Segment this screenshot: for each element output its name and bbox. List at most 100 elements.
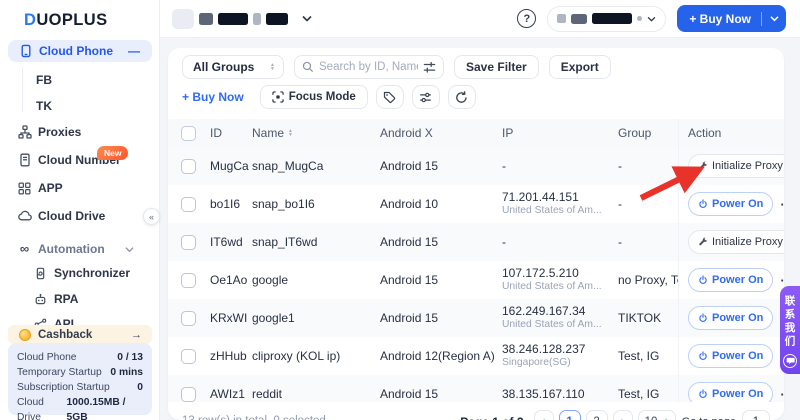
sidebar-item-rpa[interactable]: RPA xyxy=(0,288,160,310)
search-input[interactable] xyxy=(319,61,418,73)
focus-mode-button[interactable]: Focus Mode xyxy=(260,85,368,109)
cell-id: IT6wd xyxy=(210,235,252,249)
prev-page-button[interactable]: ‹ xyxy=(534,410,554,420)
workspace-switcher[interactable] xyxy=(172,9,312,29)
column-header-id[interactable]: ID xyxy=(210,126,252,140)
refresh-icon xyxy=(455,91,468,104)
coin-icon xyxy=(19,329,31,341)
page-button-2[interactable]: 2 xyxy=(586,410,608,420)
sort-icon xyxy=(288,129,293,138)
initialize-proxy-button[interactable]: Initialize Proxy xyxy=(688,230,784,254)
sidebar-item-proxies[interactable]: Proxies xyxy=(0,121,160,143)
row-checkbox[interactable] xyxy=(181,197,196,212)
tag-button[interactable] xyxy=(376,85,404,109)
cloud-drive-icon xyxy=(17,209,32,224)
power-on-button[interactable]: Power On xyxy=(688,382,773,402)
power-on-button[interactable]: Power On xyxy=(688,192,773,216)
proxies-network-icon xyxy=(17,125,32,140)
cell-name: reddit xyxy=(252,387,380,401)
column-header-name[interactable]: Name xyxy=(252,126,380,140)
cell-action: Power On ··· xyxy=(678,337,784,375)
app-grid-icon xyxy=(17,181,32,196)
save-filter-button[interactable]: Save Filter xyxy=(454,55,539,79)
redacted-text xyxy=(637,16,642,21)
more-actions-button[interactable]: ··· xyxy=(780,387,784,402)
wrench-icon xyxy=(698,161,708,171)
sidebar-item-cloud-drive[interactable]: Cloud Drive xyxy=(0,205,160,227)
page-size-select[interactable]: 10 xyxy=(638,410,676,420)
power-on-button[interactable]: Power On xyxy=(688,344,773,368)
sidebar-item-label: Cloud Phone xyxy=(39,44,113,58)
column-header-action: Action xyxy=(678,119,784,147)
toolbar-row: + Buy Now Focus Mode xyxy=(182,85,770,109)
table-row: bo1I6 snap_bo1I6 Android 10 71.201.44.15… xyxy=(168,185,784,223)
redacted-text xyxy=(557,14,566,23)
sidebar-item-cloud-number[interactable]: Cloud Number xyxy=(0,149,160,171)
column-header-android[interactable]: Android X xyxy=(380,126,502,140)
cell-ip: 71.201.44.151United States of Am... xyxy=(502,191,618,217)
cell-group: - xyxy=(618,159,678,173)
duoplus-logo: DUOPLUS xyxy=(24,11,107,30)
power-icon xyxy=(698,199,708,209)
power-on-button[interactable]: Power On xyxy=(688,268,773,292)
search-field xyxy=(294,55,444,79)
search-adjustments-icon[interactable] xyxy=(423,61,436,74)
column-header-ip[interactable]: IP xyxy=(502,126,618,140)
help-icon[interactable]: ? xyxy=(517,9,536,28)
cell-action: Initialize Proxy ··· xyxy=(678,223,784,261)
sliders-button[interactable] xyxy=(412,85,440,109)
cell-android: Android 15 xyxy=(380,311,502,325)
power-on-button[interactable]: Power On xyxy=(688,306,773,330)
row-checkbox[interactable] xyxy=(181,311,196,326)
buy-now-button[interactable]: + Buy Now xyxy=(677,12,761,26)
table-row: AWIz1 reddit Android 15 38.135.167.110 T… xyxy=(168,375,784,402)
next-page-button[interactable]: › xyxy=(613,410,633,420)
more-actions-button[interactable]: ··· xyxy=(780,197,784,212)
select-all-checkbox[interactable] xyxy=(181,126,196,141)
topbar: ? + Buy Now xyxy=(160,0,800,38)
chevron-down-icon xyxy=(647,16,656,22)
cell-id: zHHub xyxy=(210,349,252,363)
cell-name: cliproxy (KOL ip) xyxy=(252,349,380,363)
group-filter-select[interactable]: All Groups xyxy=(182,55,284,79)
row-checkbox[interactable] xyxy=(181,235,196,250)
sidebar-item-fb[interactable]: FB xyxy=(0,69,160,91)
cell-id: Oe1Ao xyxy=(210,273,252,287)
row-checkbox[interactable] xyxy=(181,273,196,288)
more-actions-button[interactable]: ··· xyxy=(780,273,784,288)
export-button[interactable]: Export xyxy=(549,55,611,79)
row-checkbox[interactable] xyxy=(181,387,196,402)
page-info: Page 1 of 2 xyxy=(460,415,523,420)
cell-id: bo1I6 xyxy=(210,197,252,211)
row-checkbox[interactable] xyxy=(181,349,196,364)
filter-row: All Groups Save Filter Export xyxy=(182,55,770,79)
cell-android: Android 15 xyxy=(380,235,502,249)
cell-android: Android 12(Region A) xyxy=(380,349,502,363)
page-button-1[interactable]: 1 xyxy=(559,410,581,420)
buy-now-dropdown-button[interactable] xyxy=(762,15,786,22)
sidebar-item-synchronizer[interactable]: Synchronizer xyxy=(0,262,160,284)
cell-ip: 38.135.167.110 xyxy=(502,388,618,401)
column-header-group[interactable]: Group xyxy=(618,126,678,140)
contact-us-tab[interactable]: 联系我们 xyxy=(780,286,800,374)
initialize-proxy-button[interactable]: Initialize Proxy xyxy=(688,154,784,178)
buy-now-link[interactable]: + Buy Now xyxy=(182,90,244,104)
sidebar-collapse-button[interactable]: « xyxy=(143,208,160,225)
buy-now-split-button: + Buy Now xyxy=(677,5,786,32)
sidebar-item-tk[interactable]: TK xyxy=(0,95,160,117)
sidebar-item-automation[interactable]: Automation xyxy=(0,238,160,260)
sidebar-item-cashback[interactable]: Cashback → xyxy=(8,325,152,344)
tag-icon xyxy=(383,91,396,104)
goto-page-input[interactable] xyxy=(742,410,770,420)
refresh-button[interactable] xyxy=(448,85,476,109)
cell-action: Power On ··· xyxy=(678,375,784,402)
synchronizer-icon xyxy=(33,266,48,281)
app-window: DUOPLUS Cloud Phone — FB TK Proxies Clou… xyxy=(0,0,800,420)
row-checkbox[interactable] xyxy=(181,159,196,174)
account-menu[interactable] xyxy=(547,6,666,32)
cell-id: AWIz1 xyxy=(210,387,252,401)
sidebar-item-cloud-phone[interactable]: Cloud Phone — xyxy=(8,40,152,62)
chat-bubble-icon xyxy=(783,354,797,368)
sidebar-item-app[interactable]: APP xyxy=(0,177,160,199)
collapse-minus-icon[interactable]: — xyxy=(128,44,140,58)
